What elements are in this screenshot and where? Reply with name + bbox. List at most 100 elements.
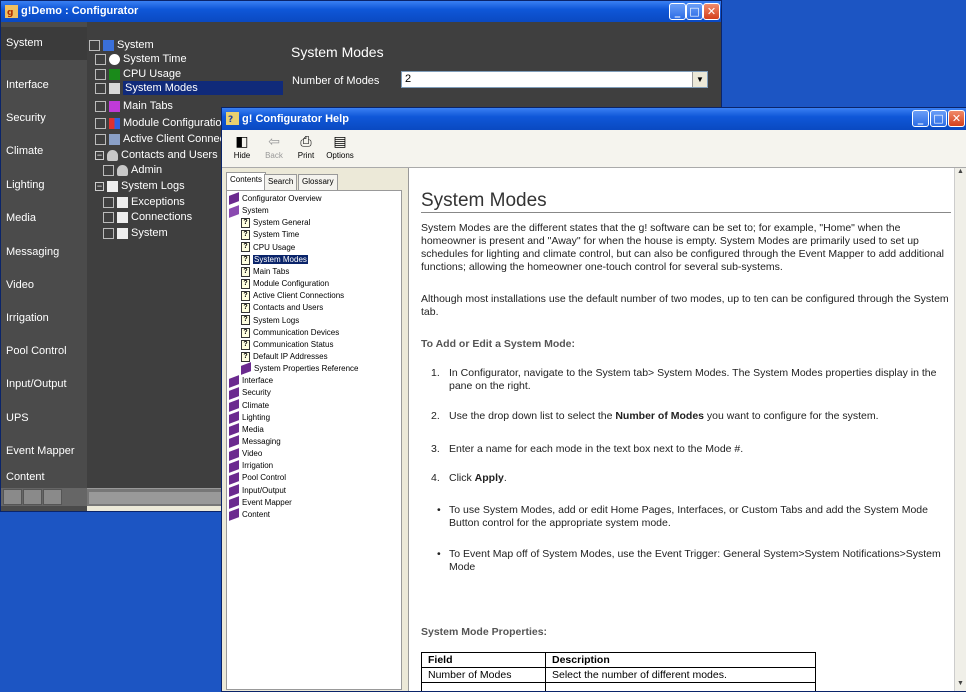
nav-item-climate[interactable]: Climate [1,135,87,168]
printer-icon: ⎙ [300,134,312,150]
tree-item-module-configuration[interactable]: Module Configuration [95,116,228,130]
tree-item-contacts-and-users[interactable]: − Contacts and Users [95,148,218,162]
checkbox[interactable] [89,39,100,51]
toc-item[interactable]: Messaging [229,435,281,449]
toc-item[interactable]: Lighting [229,411,270,424]
tree-item-main-tabs[interactable]: Main Tabs [95,99,173,113]
checkbox[interactable] [95,133,106,145]
nav-item-messaging[interactable]: Messaging [1,236,87,269]
hide-button[interactable]: ◧ Hide [224,133,260,165]
toc-item[interactable]: System Properties Reference [241,362,359,376]
toc-item[interactable]: ? Main Tabs [241,266,289,278]
toc-item[interactable]: ? System Logs [241,315,299,327]
tree-item-system[interactable]: System [89,38,154,52]
tree-item-connections[interactable]: Connections [103,210,192,224]
checkbox[interactable] [103,211,114,223]
scroll-up-icon[interactable]: ▲ [955,168,966,179]
toc-item[interactable]: Climate [229,399,269,412]
print-button[interactable]: ⎙ Print [288,133,324,165]
toc-item[interactable]: Event Mapper [229,496,292,509]
nav-item-content[interactable]: Content [1,466,87,488]
clock-icon [109,53,120,65]
toc-item[interactable]: ? Contacts and Users [241,302,323,314]
toc-item[interactable]: ? Default IP Addresses [241,351,328,363]
toc-item[interactable]: Configurator Overview [229,192,322,206]
toc-item[interactable]: ? System General [241,217,310,229]
nav-item-video[interactable]: Video [1,269,87,302]
tree-item-system-logs[interactable]: − System Logs [95,179,185,193]
number-of-modes-select[interactable]: 2 ▼ [401,71,708,88]
help-window-title: g! Configurator Help [242,113,349,125]
help-titlebar[interactable]: ? g! Configurator Help _ □ ✕ [222,108,966,130]
tree-item-system-log[interactable]: System [103,226,168,240]
checkbox[interactable] [95,117,106,129]
properties-heading: System Mode Properties: [421,626,548,638]
toc-item[interactable]: ? CPU Usage [241,242,295,254]
checkbox[interactable] [103,227,114,239]
toc-item[interactable]: ? Active Client Connections [241,290,344,302]
nav-item-security[interactable]: Security [1,102,87,135]
nav-scroll-button[interactable] [43,489,62,505]
tree-item-active-client-connections[interactable]: Active Client Connectic [95,132,236,146]
toc-item[interactable]: Security [229,386,271,400]
toc-item[interactable]: Media [229,423,264,437]
maximize-button[interactable]: □ [686,3,703,20]
toc-item[interactable]: Irrigation [229,459,273,473]
checkbox[interactable] [95,68,106,80]
toc-item[interactable]: Video [229,447,262,461]
toc-item[interactable]: Interface [229,374,273,388]
nav-item-system[interactable]: System [1,27,87,60]
toc-item[interactable]: ? Communication Devices [241,327,339,339]
nav-item-input-output[interactable]: Input/Output [1,368,87,401]
collapse-icon[interactable]: − [95,150,104,160]
back-button[interactable]: ⇦ Back [256,133,292,165]
tree-item-cpu-usage[interactable]: CPU Usage [95,67,181,81]
close-button[interactable]: ✕ [703,3,720,20]
checkbox[interactable] [95,100,106,112]
minimize-button[interactable]: _ [669,3,686,20]
toc-item[interactable]: Input/Output [229,484,286,497]
nav-item-pool-control[interactable]: Pool Control [1,335,87,368]
nav-item-interface[interactable]: Interface [1,69,87,102]
table-row [421,682,816,691]
collapse-icon[interactable]: − [95,181,104,191]
nav-item-lighting[interactable]: Lighting [1,169,87,202]
toc-item[interactable]: ? Module Configuration [241,278,329,290]
options-button[interactable]: ▤ Options [322,133,358,165]
nav-item-ups[interactable]: UPS [1,402,87,435]
tab-contents[interactable]: Contents [226,172,267,190]
toc-item[interactable]: ? System Time [241,229,299,241]
logs-icon [107,180,118,192]
tree-item-exceptions[interactable]: Exceptions [103,195,185,209]
log-icon [117,227,128,239]
toc-item[interactable]: System [229,204,269,218]
checkbox[interactable] [95,82,106,94]
help-app-icon: ? [226,112,239,125]
toc-item[interactable]: Pool Control [229,472,286,485]
chevron-down-icon[interactable]: ▼ [692,72,707,87]
tab-glossary[interactable]: Glossary [298,174,338,190]
nav-item-event-mapper[interactable]: Event Mapper [1,435,87,468]
checkbox[interactable] [103,196,114,208]
maximize-button[interactable]: □ [930,110,947,127]
close-button[interactable]: ✕ [948,110,965,127]
nav-scroll-button[interactable] [23,489,42,505]
tree-item-system-time[interactable]: System Time [95,52,187,66]
document-vertical-scrollbar[interactable]: ▲ ▼ [954,168,966,691]
checkbox[interactable] [103,164,114,176]
toc-item[interactable]: Content [229,508,270,522]
nav-item-irrigation[interactable]: Irrigation [1,302,87,335]
nav-item-media[interactable]: Media [1,202,87,235]
toc-item[interactable]: ? System Modes [241,254,308,266]
book-icon [229,508,239,522]
toc-item[interactable]: ? Communication Status [241,339,333,351]
tree-item-system-modes[interactable]: System Modes [95,81,283,95]
tree-item-admin[interactable]: Admin [103,163,162,177]
monitor-icon [103,39,114,51]
tab-search[interactable]: Search [264,174,298,190]
scroll-down-icon[interactable]: ▼ [955,680,966,691]
nav-scroll-button[interactable] [3,489,22,505]
minimize-button[interactable]: _ [912,110,929,127]
checkbox[interactable] [95,53,106,65]
configurator-titlebar[interactable]: g g!Demo : Configurator _ □ ✕ [1,1,721,22]
